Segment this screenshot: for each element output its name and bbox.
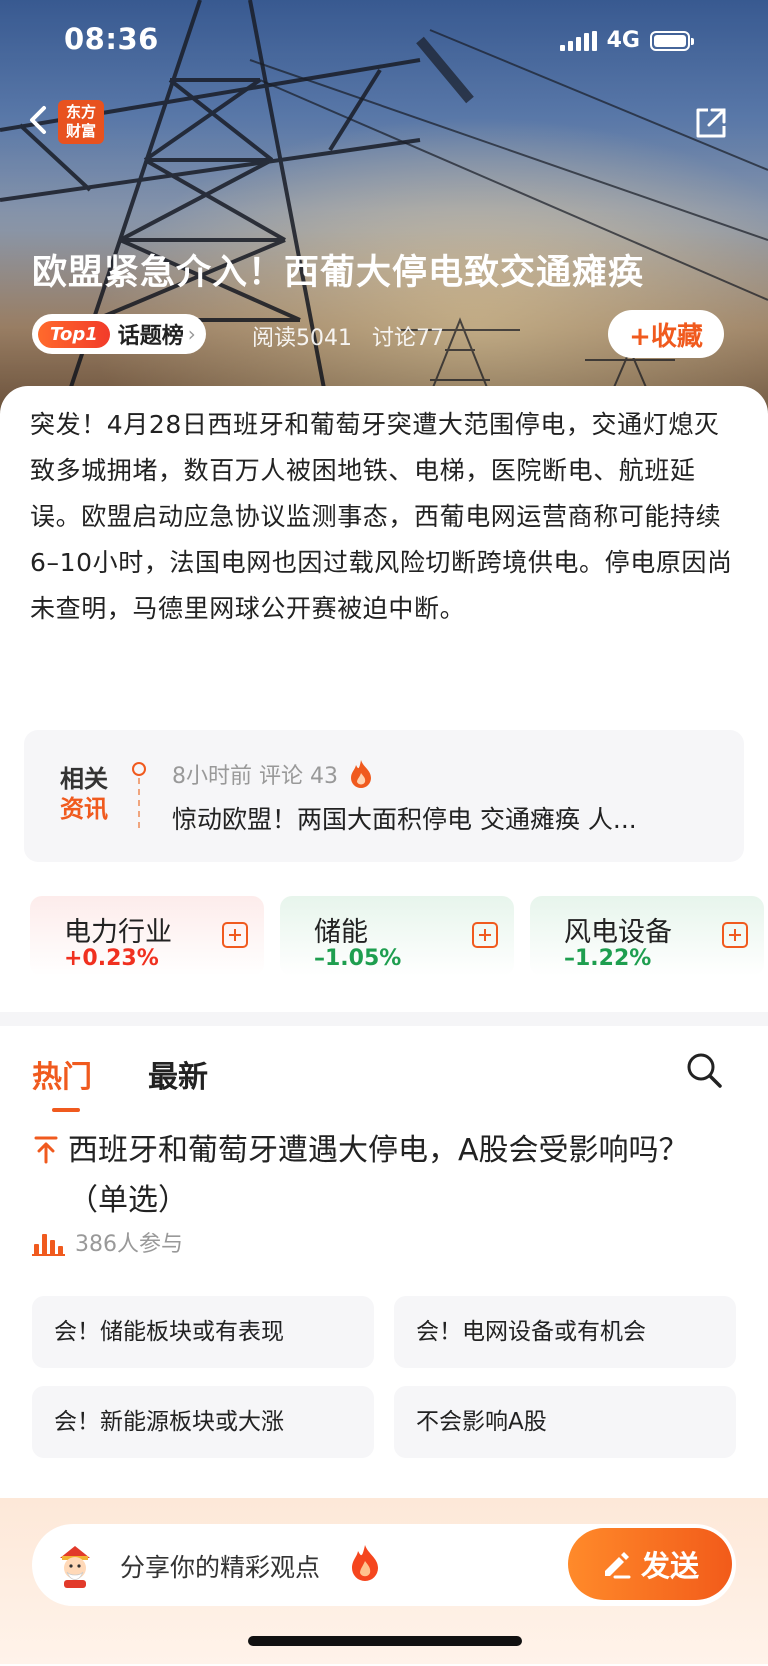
sector-list: 电力行业 +0.23% 储能 –1.05% 风电设备 –1.22% (30, 896, 768, 976)
sector-name: 储能 (314, 917, 368, 948)
bar-chart-icon (32, 1228, 65, 1256)
related-title: 惊动欧盟！两国大面积停电 交通瘫痪 人... (172, 805, 637, 834)
poll-option[interactable]: 不会影响A股 (394, 1386, 736, 1458)
related-news-card[interactable]: 相关 资讯 8小时前 评论 43 惊动欧盟！两国大面积停电 交通瘫痪 人... (24, 730, 744, 862)
sector-change: –1.22% (564, 946, 652, 971)
sector-change: +0.23% (64, 946, 159, 971)
tab-indicator (52, 1108, 80, 1112)
poll-meta: 386人参与 (32, 1226, 183, 1258)
tab-hot[interactable]: 热门 (32, 1052, 92, 1096)
related-meta: 8小时前 评论 43 (172, 758, 374, 790)
battery-icon (650, 30, 694, 51)
read-count: 阅读5041 (252, 326, 352, 351)
edit-icon (604, 1552, 631, 1579)
rank-label: 话题榜 (117, 324, 184, 349)
topic-title: 欧盟紧急介入！西葡大停电致交通瘫痪 (32, 253, 645, 293)
plus-icon[interactable] (472, 922, 498, 948)
related-badge: 相关 资讯 (60, 764, 120, 824)
sector-name: 风电设备 (564, 917, 672, 948)
related-badge-line2: 资讯 (60, 795, 108, 823)
related-meta-text: 8小时前 评论 43 (172, 764, 338, 789)
status-indicators: 4G (559, 28, 694, 53)
chevron-right-icon: › (187, 322, 196, 346)
topic-summary: 突发！4月28日西班牙和葡萄牙突遭大范围停电，交通灯熄灭致多城拥堵，数百万人被困… (30, 410, 733, 623)
poll-option[interactable]: 会！电网设备或有机会 (394, 1296, 736, 1368)
plus-icon[interactable] (722, 922, 748, 948)
send-button[interactable]: 发送 (568, 1528, 732, 1600)
comment-placeholder: 分享你的精彩观点 (120, 1553, 321, 1582)
mascot-avatar (60, 1546, 90, 1588)
sector-change: –1.05% (314, 946, 402, 971)
timeline-dot (132, 762, 146, 776)
sector-card[interactable]: 电力行业 +0.23% (30, 896, 264, 976)
timeline-line (138, 778, 140, 828)
feed-tabs: 热门 最新 (0, 1026, 768, 1116)
topic-stats: 阅读5041 讨论77 (252, 320, 444, 352)
rank-badge: Top1 (38, 320, 110, 348)
share-icon[interactable] (694, 106, 728, 140)
related-badge-line1: 相关 (60, 765, 108, 793)
poll-participants: 386人参与 (75, 1232, 183, 1257)
fire-icon (350, 760, 371, 788)
sector-card[interactable]: 风电设备 –1.22% (530, 896, 764, 976)
search-icon[interactable] (684, 1050, 724, 1090)
plus-icon[interactable] (222, 922, 248, 948)
home-indicator (248, 1636, 522, 1646)
section-divider (0, 1012, 768, 1026)
send-label: 发送 (640, 1549, 699, 1583)
fire-icon (352, 1545, 378, 1581)
signal-icon (559, 30, 597, 51)
sector-name: 电力行业 (64, 917, 172, 948)
pin-top-icon (34, 1136, 58, 1164)
status-time: 08:36 (64, 22, 159, 56)
poll-option[interactable]: 会！储能板块或有表现 (32, 1296, 374, 1368)
app-logo: 东方 财富 (58, 100, 104, 144)
poll-option[interactable]: 会！新能源板块或大涨 (32, 1386, 374, 1458)
network-label: 4G (606, 28, 640, 53)
tab-latest[interactable]: 最新 (148, 1052, 208, 1096)
topic-rank-tag[interactable]: Top1 话题榜 › (32, 314, 206, 354)
poll-question: 西班牙和葡萄牙遭遇大停电，A股会受影响吗？ （单选） (68, 1133, 689, 1218)
sector-card[interactable]: 储能 –1.05% (280, 896, 514, 976)
discussion-count: 讨论77 (372, 326, 444, 351)
back-icon[interactable] (24, 100, 54, 140)
logo-line2: 财富 (65, 122, 96, 140)
logo-line1: 东方 (65, 103, 96, 121)
favorite-button[interactable]: +收藏 (608, 310, 724, 358)
